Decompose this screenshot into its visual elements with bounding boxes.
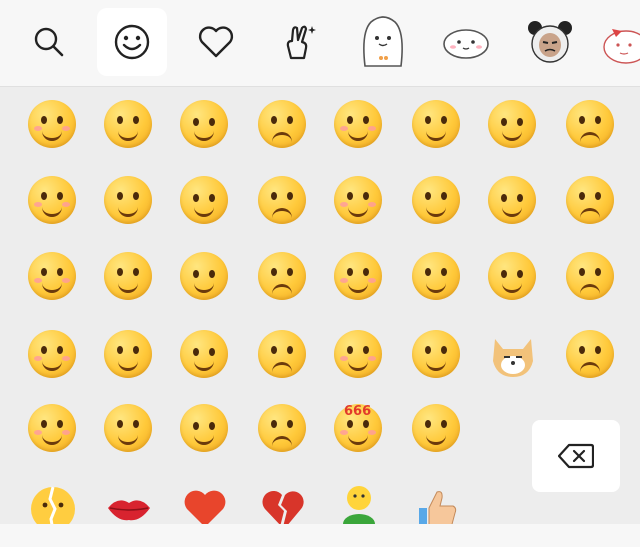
doge-icon [488, 330, 538, 380]
emoji-side-eye[interactable] [180, 252, 230, 302]
emoji-watermelon[interactable] [28, 330, 78, 380]
eye-roll-icon [258, 404, 306, 452]
shy-kiss-icon [28, 176, 76, 224]
ok-hand-icon [566, 330, 614, 378]
backspace-icon [558, 443, 594, 469]
emoji-headband-thumbs[interactable] [104, 330, 154, 380]
emoji-sigh[interactable] [334, 330, 384, 380]
tab-favorites[interactable] [181, 8, 251, 76]
emoji-laugh-cry[interactable] [334, 176, 384, 226]
mask-icon [258, 176, 306, 224]
emoji-smirk-sly[interactable] [566, 100, 616, 150]
emoji-blush-hand[interactable] [28, 404, 78, 454]
face-palm-hide-icon [412, 404, 460, 452]
grin-blush-icon [28, 100, 76, 148]
worried-hands-icon [412, 100, 460, 148]
peace-smile-icon [566, 252, 614, 300]
smirk-hand-icon [104, 100, 152, 148]
watermelon-icon [28, 330, 76, 378]
flushed-icon [488, 176, 536, 224]
pensive-icon [28, 252, 76, 300]
laugh-cry-icon [334, 176, 382, 224]
unamused-icon [104, 252, 152, 300]
emoji-big-smile[interactable] [180, 176, 230, 226]
facepalm-cry-icon [258, 252, 306, 300]
bottom-strip [0, 524, 640, 547]
bunny-sticker-icon [603, 29, 640, 64]
content-icon [488, 252, 536, 300]
sly-smile-icon [334, 252, 382, 300]
panda-sticker-icon [528, 21, 572, 63]
emoji-thinking-hand[interactable] [412, 330, 462, 380]
seal-sticker-icon [363, 16, 403, 67]
tab-search[interactable] [14, 8, 84, 76]
grimace-thumbs-icon [334, 100, 382, 148]
scream-icon [566, 176, 614, 224]
peace-hand-icon [286, 25, 316, 60]
emoji-sparkle-eyes[interactable] [104, 176, 154, 226]
emoji-face-palm-hide[interactable] [412, 404, 462, 454]
thinking-hand-icon [412, 330, 460, 378]
emoji-pensive[interactable] [28, 252, 78, 302]
emoji-ok-hand[interactable] [566, 330, 616, 380]
emoji-star-struck[interactable] [180, 404, 230, 454]
heart-icon [198, 26, 234, 58]
emoji-hehe[interactable] [180, 100, 230, 150]
tab-sticker-blob[interactable] [431, 8, 501, 76]
search-icon [34, 27, 64, 57]
emoji-666-label: 666 [344, 404, 372, 419]
star-struck-icon [180, 404, 228, 452]
tab-sticker-seal[interactable] [348, 8, 418, 76]
facepalm-icon [258, 100, 306, 148]
blush-hand-icon [28, 404, 76, 452]
emoji-flushed[interactable] [488, 176, 538, 226]
smiley-icon [114, 24, 150, 60]
tongue-squint-icon [412, 176, 460, 224]
hehe-icon [180, 100, 228, 148]
headband-thumbs-icon [104, 330, 152, 378]
sparkle-eyes-icon [104, 176, 152, 224]
emoji-smirk-chin[interactable] [412, 252, 462, 302]
wow-sparkle-icon [258, 330, 306, 378]
emoji-unamused[interactable] [104, 252, 154, 302]
emoji-doge[interactable] [488, 330, 538, 380]
emoji-tongue-squint[interactable] [412, 176, 462, 226]
emoji-content[interactable] [488, 252, 538, 302]
tab-emoji[interactable] [97, 8, 167, 76]
tab-gestures[interactable] [264, 8, 334, 76]
tab-sticker-more[interactable] [598, 8, 640, 76]
emoji-mask[interactable] [258, 176, 308, 226]
emoji-wow-sparkle[interactable] [258, 330, 308, 380]
tab-sticker-panda[interactable] [515, 8, 585, 76]
emoji-sly-smile[interactable] [334, 252, 384, 302]
emoji-grin-blush[interactable] [28, 100, 78, 150]
sigh-icon [334, 330, 382, 378]
emoji-headband-mask[interactable] [104, 404, 154, 454]
emoji-smirk-hand[interactable] [104, 100, 154, 150]
emoji-facepalm-cry[interactable] [258, 252, 308, 302]
emoji-facepalm[interactable] [258, 100, 308, 150]
emoji-worried-hands[interactable] [412, 100, 462, 150]
emoji-peace-smile[interactable] [566, 252, 616, 302]
smirk-chin-icon [412, 252, 460, 300]
emoji-eye-roll[interactable] [258, 404, 308, 454]
smirk-sly-icon [566, 100, 614, 148]
emoji-shy-kiss[interactable] [28, 176, 78, 226]
sticker-tab-bar [0, 0, 640, 87]
headband-mask-icon [104, 404, 152, 452]
blob-sticker-icon [443, 29, 489, 59]
emoji-scream[interactable] [566, 176, 616, 226]
sweat-blank-icon [180, 330, 228, 378]
big-smile-icon [180, 176, 228, 224]
frown-sad-icon [488, 100, 536, 148]
side-eye-icon [180, 252, 228, 300]
emoji-frown-sad[interactable] [488, 100, 538, 150]
emoji-grimace-thumbs[interactable] [334, 100, 384, 150]
backspace-button[interactable] [532, 420, 620, 492]
emoji-sweat-blank[interactable] [180, 330, 230, 380]
